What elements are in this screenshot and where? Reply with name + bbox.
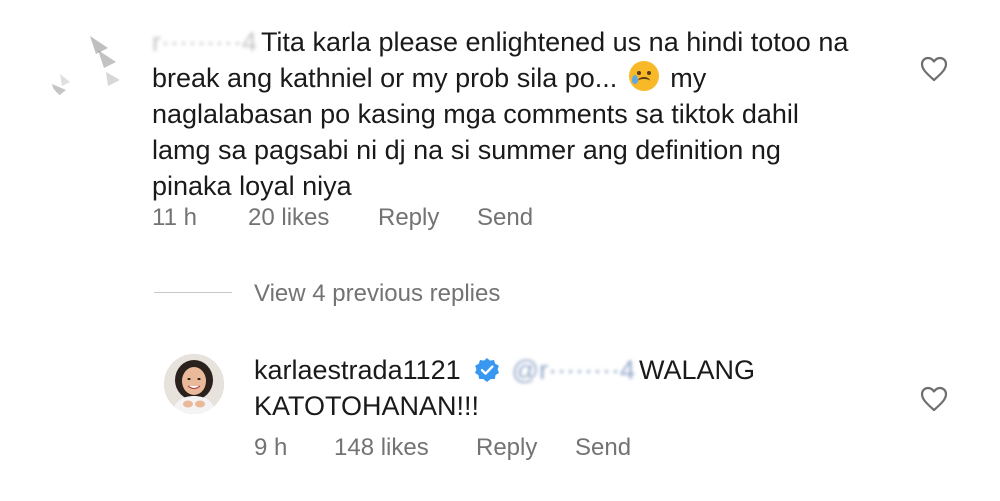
- avatar[interactable]: [46, 28, 122, 104]
- reply-likes[interactable]: 148 likes: [334, 434, 429, 462]
- comment-time: 11 h: [152, 204, 197, 231]
- avatar-image-icon: [46, 28, 122, 104]
- reply-username[interactable]: karlaestrada1121: [254, 355, 461, 385]
- reply-button[interactable]: Reply: [476, 434, 537, 462]
- send-button[interactable]: Send: [575, 434, 631, 462]
- replies-divider: [154, 292, 232, 293]
- reply-button[interactable]: Reply: [378, 204, 439, 232]
- avatar[interactable]: [164, 354, 224, 414]
- avatar-image-icon: [164, 354, 224, 414]
- send-button[interactable]: Send: [477, 204, 533, 232]
- view-replies-label[interactable]: View 4 previous replies: [254, 280, 500, 308]
- comment: r·········4 Tita karla please enlightened…: [0, 0, 1000, 260]
- reply-comment: karlaestrada1121 @r········4 WALANG KATOT…: [0, 340, 1000, 501]
- reply-text: karlaestrada1121 @r········4 WALANG KATOT…: [254, 352, 854, 424]
- crying-face-icon: [628, 61, 659, 91]
- comment-username[interactable]: r·········4: [152, 24, 257, 60]
- mention-link[interactable]: @r········4: [512, 352, 635, 388]
- reply-time: 9 h: [254, 434, 288, 461]
- heart-icon[interactable]: [920, 56, 948, 82]
- verified-badge-icon: [475, 358, 500, 382]
- heart-icon[interactable]: [920, 386, 948, 412]
- comment-text: r·········4 Tita karla please enlightened…: [152, 24, 852, 204]
- comment-likes[interactable]: 20 likes: [248, 204, 329, 232]
